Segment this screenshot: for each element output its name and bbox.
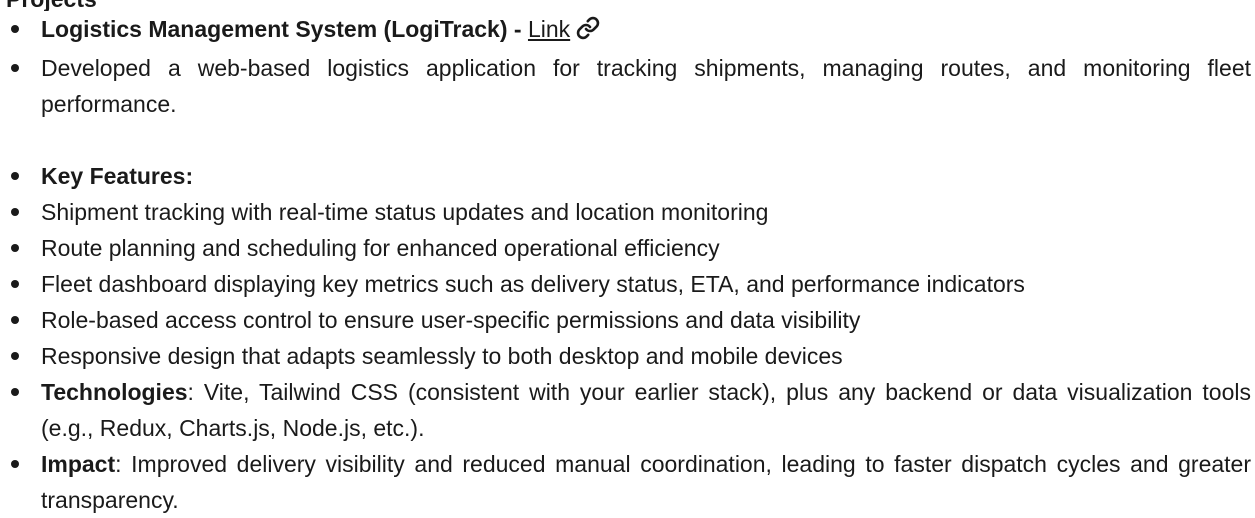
technologies-label: Technologies [41,379,188,405]
impact-text: : Improved delivery visibility and reduc… [41,451,1251,513]
technologies-item: Technologies: Vite, Tailwind CSS (consis… [0,374,1255,446]
document-body: Projects Logistics Management System (Lo… [0,0,1255,518]
project-bullet-list: Logistics Management System (LogiTrack) … [0,11,1255,518]
key-features-heading-item: Key Features: [0,158,1255,194]
project-description-item: Developed a web-based logistics applicat… [0,50,1255,122]
feature-item: Fleet dashboard displaying key metrics s… [0,266,1255,302]
key-features-heading: Key Features: [41,163,194,189]
project-link[interactable]: Link [528,16,570,42]
impact-label: Impact [41,451,116,477]
title-separator: - [507,16,528,42]
feature-text: Route planning and scheduling for enhanc… [41,235,720,261]
feature-text: Fleet dashboard displaying key metrics s… [41,271,1025,297]
section-heading-partial: Projects [0,0,1255,11]
feature-text: Responsive design that adapts seamlessly… [41,343,843,369]
project-title-item: Logistics Management System (LogiTrack) … [0,11,1255,50]
feature-item: Responsive design that adapts seamlessly… [0,338,1255,374]
technologies-text: : Vite, Tailwind CSS (consistent with yo… [41,379,1251,441]
link-icon[interactable] [576,14,600,50]
project-title: Logistics Management System (LogiTrack) [41,16,508,42]
feature-text: Role-based access control to ensure user… [41,307,861,333]
feature-item: Shipment tracking with real-time status … [0,194,1255,230]
impact-item: Impact: Improved delivery visibility and… [0,446,1255,518]
feature-item: Route planning and scheduling for enhanc… [0,230,1255,266]
feature-item: Role-based access control to ensure user… [0,302,1255,338]
feature-text: Shipment tracking with real-time status … [41,199,769,225]
project-description: Developed a web-based logistics applicat… [41,55,1251,117]
